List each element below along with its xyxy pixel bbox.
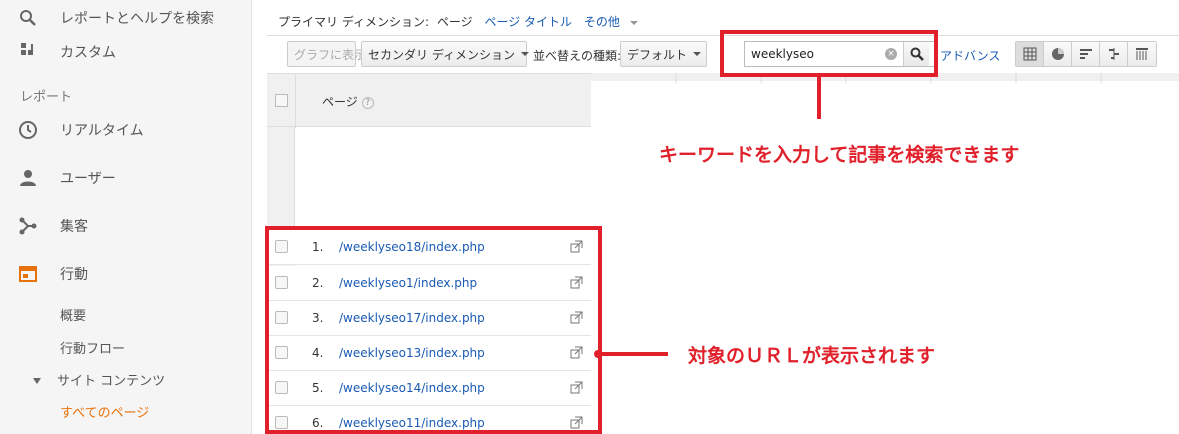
- sidebar-item-overview[interactable]: 概要: [60, 305, 86, 324]
- select-all-checkbox[interactable]: [275, 94, 288, 107]
- sidebar-item-label: カスタム: [60, 45, 116, 61]
- person-icon: [16, 166, 40, 190]
- clock-icon: [16, 118, 40, 142]
- sidebar-item-custom[interactable]: カスタム: [0, 42, 252, 62]
- sidebar-item-label: 行動: [60, 267, 88, 283]
- secondary-dimension-dropdown[interactable]: セカンダリ ディメンション: [361, 41, 529, 67]
- url-highlight-box: [265, 226, 602, 434]
- sort-type-value: デフォルト: [627, 47, 688, 62]
- pie-view-button[interactable]: [1044, 42, 1072, 66]
- sidebar-item-label: 集客: [60, 219, 88, 235]
- dimension-other[interactable]: その他: [584, 15, 646, 29]
- show-graph-button[interactable]: グラフに表示: [287, 41, 366, 67]
- sidebar-item-behavior-flow[interactable]: 行動フロー: [60, 338, 125, 357]
- sidebar-item-site-content[interactable]: サイト コンテンツ: [0, 370, 252, 389]
- bar-chart-icon: [1079, 49, 1092, 59]
- url-annotation: 対象のＵＲＬが表示されます: [688, 345, 936, 367]
- pivot-icon: [1136, 48, 1148, 60]
- sidebar-item-acquisition[interactable]: 集客: [0, 214, 252, 238]
- sidebar-item-label: ユーザー: [60, 171, 116, 187]
- view-toggle-group: [1015, 41, 1157, 67]
- advanced-filter-link[interactable]: アドバンス: [940, 47, 1000, 64]
- search-highlight-box: [720, 30, 938, 77]
- acquisition-icon: [16, 214, 40, 238]
- table-view-button[interactable]: [1016, 42, 1044, 66]
- comparison-icon: [1108, 48, 1119, 60]
- expand-arrow-icon: [33, 374, 41, 389]
- pie-chart-icon: [1051, 48, 1064, 60]
- help-icon[interactable]: ?: [361, 96, 374, 109]
- column-header-page[interactable]: ページ?: [322, 93, 374, 110]
- search-callout-line: [817, 77, 821, 119]
- dimension-other-label: その他: [583, 15, 620, 29]
- search-annotation: キーワードを入力して記事を検索できます: [659, 144, 1020, 166]
- sort-type-label: 並べ替えの種類:: [533, 49, 622, 63]
- secondary-dimension-label: セカンダリ ディメンション: [368, 47, 515, 62]
- chevron-down-icon: [693, 52, 702, 56]
- primary-dimension-label: プライマリ ディメンション:: [278, 15, 430, 29]
- behavior-icon: [16, 262, 40, 286]
- column-divider: [295, 74, 296, 128]
- url-callout-line: [598, 352, 668, 356]
- sort-type-dropdown[interactable]: デフォルト: [620, 41, 707, 67]
- dimension-page-title[interactable]: ページ タイトル: [484, 15, 572, 29]
- sidebar: レポートとヘルプを検索 カスタム レポート リアルタイム ユーザー 集客 行動 …: [0, 0, 252, 434]
- sidebar-search[interactable]: レポートとヘルプを検索: [0, 6, 252, 30]
- sidebar-item-label: リアルタイム: [60, 123, 144, 139]
- comparison-view-button[interactable]: [1100, 42, 1128, 66]
- table-header: ページ?: [267, 73, 591, 128]
- pivot-view-button[interactable]: [1128, 42, 1156, 66]
- sidebar-item-users[interactable]: ユーザー: [0, 166, 252, 190]
- sidebar-item-label: サイト コンテンツ: [57, 374, 166, 389]
- dimension-page[interactable]: ページ: [437, 15, 473, 29]
- sidebar-item-all-pages[interactable]: すべてのページ: [60, 402, 149, 421]
- column-header-label: ページ: [322, 95, 358, 109]
- reports-section-heading: レポート: [20, 90, 73, 105]
- table-grid-icon: [1023, 47, 1036, 61]
- search-icon: [16, 6, 40, 30]
- table-grid-lines: [675, 73, 1102, 83]
- sidebar-item-behavior[interactable]: 行動: [0, 262, 252, 286]
- sidebar-item-realtime[interactable]: リアルタイム: [0, 118, 252, 142]
- custom-icon: [16, 40, 40, 64]
- search-label: レポートとヘルプを検索: [60, 11, 214, 27]
- chevron-down-icon: [629, 20, 638, 25]
- performance-view-button[interactable]: [1072, 42, 1100, 66]
- chevron-down-icon: [520, 52, 529, 56]
- primary-dimension-bar: プライマリ ディメンション: ページ ページ タイトル その他: [278, 13, 654, 30]
